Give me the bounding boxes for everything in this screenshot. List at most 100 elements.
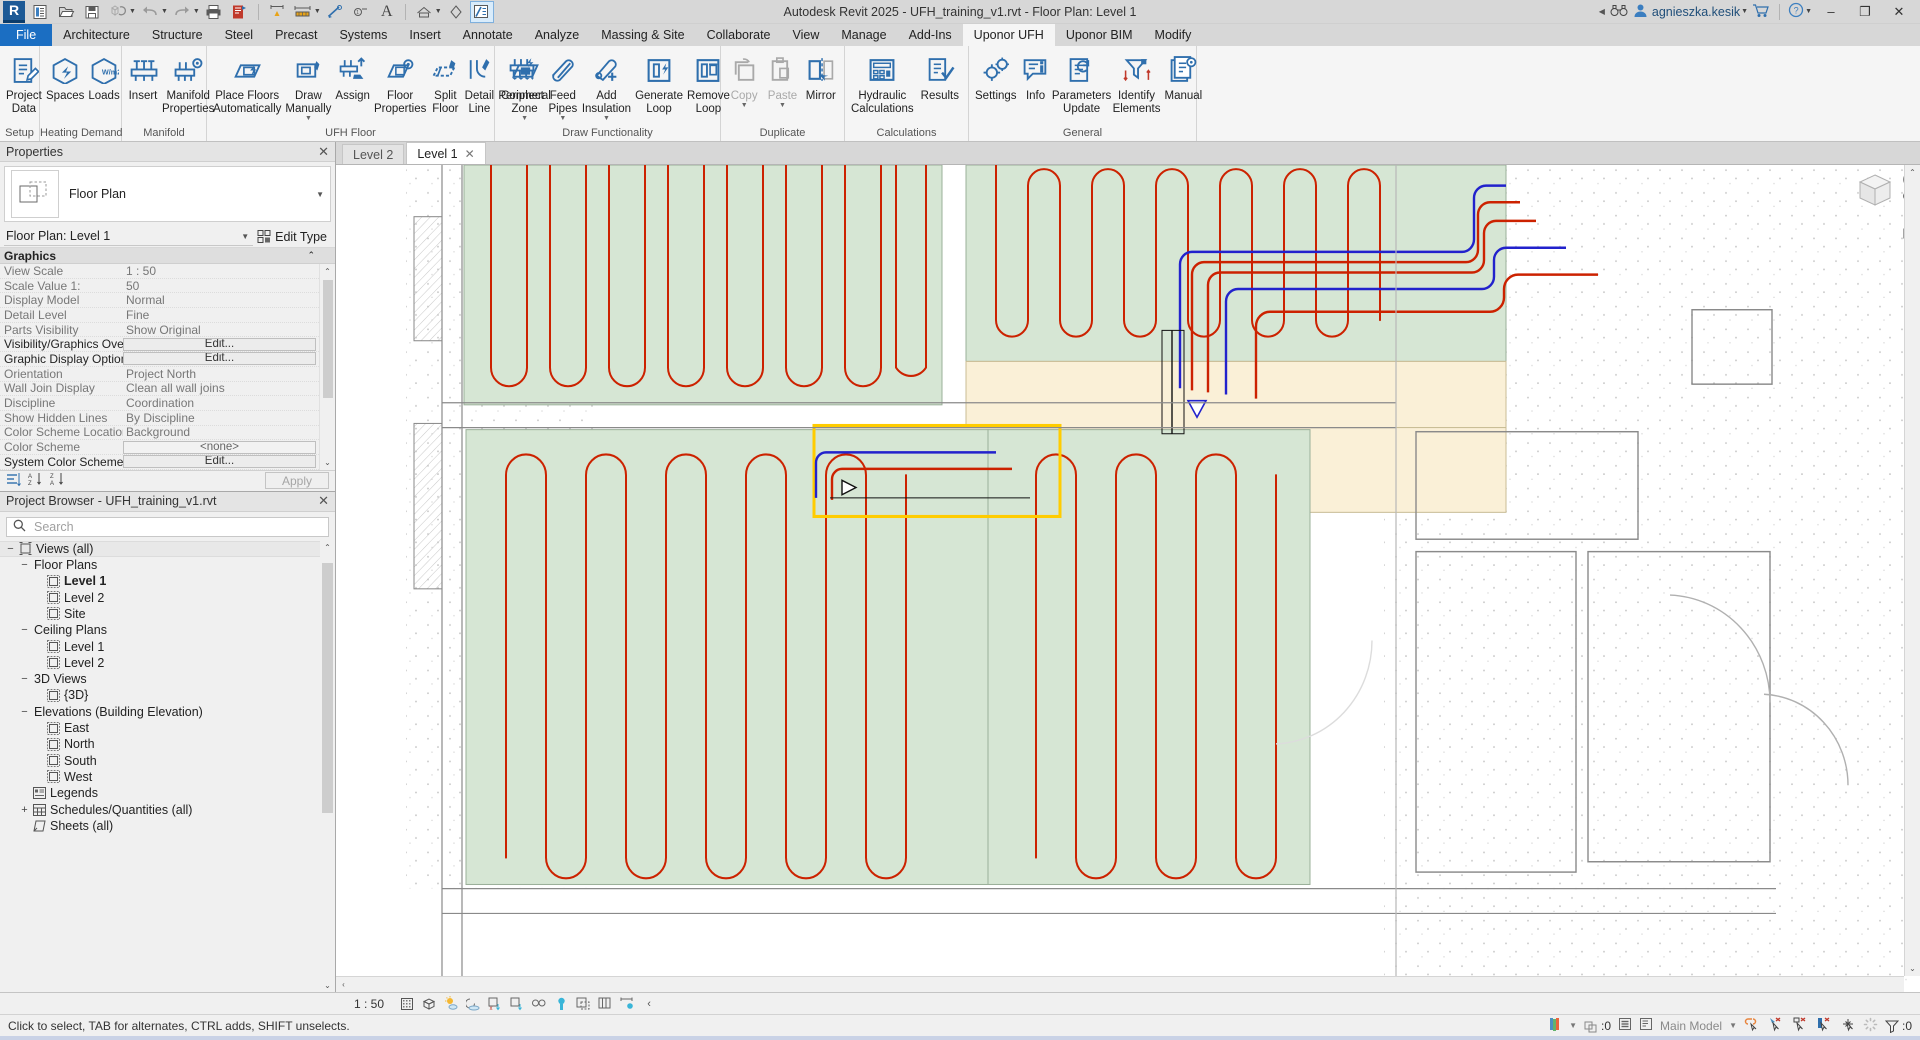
main-model-label[interactable]: Main Model	[1660, 1019, 1722, 1033]
property-row[interactable]: Scale Value 1: 50	[0, 279, 335, 294]
ribbon-tab-uponor-ufh[interactable]: Uponor UFH	[962, 24, 1055, 46]
collapse-left-icon[interactable]: ◀	[1599, 7, 1605, 16]
ribbon-button-generate-loop[interactable]: Generate Loop	[633, 49, 685, 121]
tree-expander-icon[interactable]: +	[18, 804, 31, 816]
project-browser-scrollbar[interactable]: ⌃ ⌄	[320, 540, 335, 992]
ribbon-button-add-insulation[interactable]: Add Insulation ▼	[580, 49, 633, 123]
shadows-icon[interactable]	[462, 994, 484, 1014]
tree-expander-icon[interactable]: −	[18, 559, 31, 571]
tree-node-level-2[interactable]: Level 2	[0, 590, 335, 606]
tree-node-site[interactable]: Site	[0, 606, 335, 622]
tree-node-level-1[interactable]: Level 1	[0, 573, 335, 589]
tree-node-schedules-quantities-all-[interactable]: + Schedules/Quantities (all)	[0, 801, 335, 817]
expand-bar-icon[interactable]: ‹	[638, 994, 660, 1014]
user-avatar-icon[interactable]	[1633, 3, 1648, 21]
tree-scroll-thumb[interactable]	[322, 562, 333, 813]
sync-dropdown-icon[interactable]: ▼	[129, 8, 136, 15]
ribbon-tab-annotate[interactable]: Annotate	[452, 24, 524, 46]
ribbon-button-project-data[interactable]: Project Data	[4, 49, 44, 121]
edit-type-button[interactable]: Edit Type	[257, 229, 331, 244]
thin-lines-icon[interactable]	[469, 0, 494, 23]
sort-order-icon[interactable]	[6, 472, 21, 489]
ribbon-button-assign[interactable]: Assign	[333, 49, 372, 121]
design-options[interactable]: :0	[1584, 1019, 1611, 1033]
tree-node-elevations-building-elevation-[interactable]: − Elevations (Building Elevation)	[0, 704, 335, 720]
sync-icon[interactable]	[106, 1, 130, 23]
properties-scroll-down-icon[interactable]: ⌄	[320, 455, 335, 470]
search-box[interactable]	[6, 516, 329, 537]
ribbon-tab-collaborate[interactable]: Collaborate	[696, 24, 782, 46]
close-button[interactable]: ✕	[1884, 1, 1914, 23]
select-underlay-elements-icon[interactable]	[1768, 1016, 1785, 1035]
ribbon-tab-systems[interactable]: Systems	[328, 24, 398, 46]
properties-scroll-thumb[interactable]	[323, 280, 333, 398]
property-row[interactable]: Display Model Normal	[0, 293, 335, 309]
property-row[interactable]: Orientation Project North	[0, 367, 335, 382]
section-icon[interactable]	[444, 1, 468, 23]
ribbon-tab-modify[interactable]: Modify	[1144, 24, 1203, 46]
tree-node-level-1[interactable]: Level 1	[0, 638, 335, 654]
property-row[interactable]: Discipline Coordination	[0, 396, 335, 411]
ribbon-button-info[interactable]: Info	[1019, 49, 1053, 121]
visual-style-icon[interactable]	[418, 994, 440, 1014]
ribbon-tab-manage[interactable]: Manage	[830, 24, 897, 46]
tree-node-east[interactable]: East	[0, 720, 335, 736]
rendering-dialog-icon[interactable]: x	[484, 994, 506, 1014]
properties-type-selector[interactable]: Floor Plan ▼	[4, 166, 331, 222]
tree-node-views-all-[interactable]: − Views (all)	[0, 540, 335, 557]
ribbon-button-manual[interactable]: Manual	[1163, 49, 1205, 121]
show-crop-region-icon[interactable]	[528, 994, 550, 1014]
view-tab-level-1[interactable]: Level 1 ✕	[406, 142, 486, 164]
ribbon-button-place-floors-automatically[interactable]: Place Floors Automatically	[211, 49, 283, 121]
user-name-label[interactable]: agnieszka.kesik	[1652, 5, 1740, 19]
minimize-button[interactable]: –	[1816, 1, 1846, 23]
property-row[interactable]: Parts Visibility Show Original	[0, 323, 335, 338]
tree-expander-icon[interactable]: −	[4, 543, 17, 555]
tree-node-sheets-all-[interactable]: Sheets (all)	[0, 818, 335, 834]
ribbon-tab-view[interactable]: View	[782, 24, 831, 46]
property-row[interactable]: Color Scheme Location Background	[0, 425, 335, 441]
dimension-dropdown-icon[interactable]: ▼	[314, 8, 321, 15]
canvas-vertical-scrollbar[interactable]: ⌃ ⌄	[1904, 165, 1920, 976]
default-3d-view-icon[interactable]	[412, 1, 436, 23]
tree-node-3d-views[interactable]: −3D Views	[0, 671, 335, 687]
undo-dropdown-icon[interactable]: ▼	[161, 8, 168, 15]
sort-ascending-icon[interactable]: AZ	[28, 472, 43, 489]
measure-icon[interactable]	[265, 1, 289, 23]
restore-button[interactable]: ❐	[1850, 1, 1880, 23]
tree-node--3d-[interactable]: {3D}	[0, 687, 335, 703]
open-icon[interactable]	[54, 1, 78, 23]
ribbon-button-mirror[interactable]: Mirror	[802, 49, 840, 121]
ribbon-button-dropdown-icon[interactable]: ▼	[779, 102, 786, 109]
apply-button[interactable]: Apply	[265, 472, 329, 490]
user-dropdown-icon[interactable]: ▼	[1741, 8, 1748, 15]
ribbon-button-feed-pipes[interactable]: Feed Pipes ▼	[546, 49, 580, 123]
property-edit-button[interactable]: Edit...	[123, 352, 316, 366]
ribbon-button-dropdown-icon[interactable]: ▼	[741, 102, 748, 109]
canvas-horizontal-scrollbar[interactable]: ‹	[336, 976, 1904, 992]
tree-node-ceiling-plans[interactable]: − Ceiling Plans	[0, 622, 335, 638]
properties-scrollbar[interactable]: ⌃ ⌄	[319, 264, 335, 470]
ribbon-button-dropdown-icon[interactable]: ▼	[603, 115, 610, 122]
analytical-model-icon[interactable]	[616, 994, 638, 1014]
tree-node-floor-plans[interactable]: − Floor Plans	[0, 557, 335, 573]
detail-level-icon[interactable]	[396, 994, 418, 1014]
canvas-scroll-up-icon[interactable]: ⌃	[1905, 165, 1920, 180]
view-cube[interactable]	[1852, 169, 1898, 213]
property-row[interactable]: Color Scheme <none>	[0, 440, 335, 455]
tree-expander-icon[interactable]: −	[18, 706, 31, 718]
canvas-scroll-left-icon[interactable]: ‹	[336, 977, 351, 992]
tree-node-west[interactable]: West	[0, 769, 335, 785]
ribbon-tab-file[interactable]: File	[0, 24, 53, 46]
help-icon[interactable]: ?	[1788, 2, 1804, 21]
ribbon-tab-architecture[interactable]: Architecture	[52, 24, 141, 46]
properties-instance-selector[interactable]: Floor Plan: Level 1 ▼	[4, 227, 254, 246]
tree-node-north[interactable]: North	[0, 736, 335, 752]
ribbon-tab-insert[interactable]: Insert	[398, 24, 451, 46]
project-browser-close-icon[interactable]: ✕	[318, 493, 329, 509]
save-icon[interactable]	[80, 1, 104, 23]
ribbon-button-draw-manually[interactable]: Draw Manually ▼	[283, 49, 333, 123]
properties-type-dropdown-icon[interactable]: ▼	[316, 190, 324, 199]
worksets-dropdown-icon[interactable]: ▼	[1569, 1021, 1577, 1030]
text-icon[interactable]: A	[375, 1, 399, 23]
